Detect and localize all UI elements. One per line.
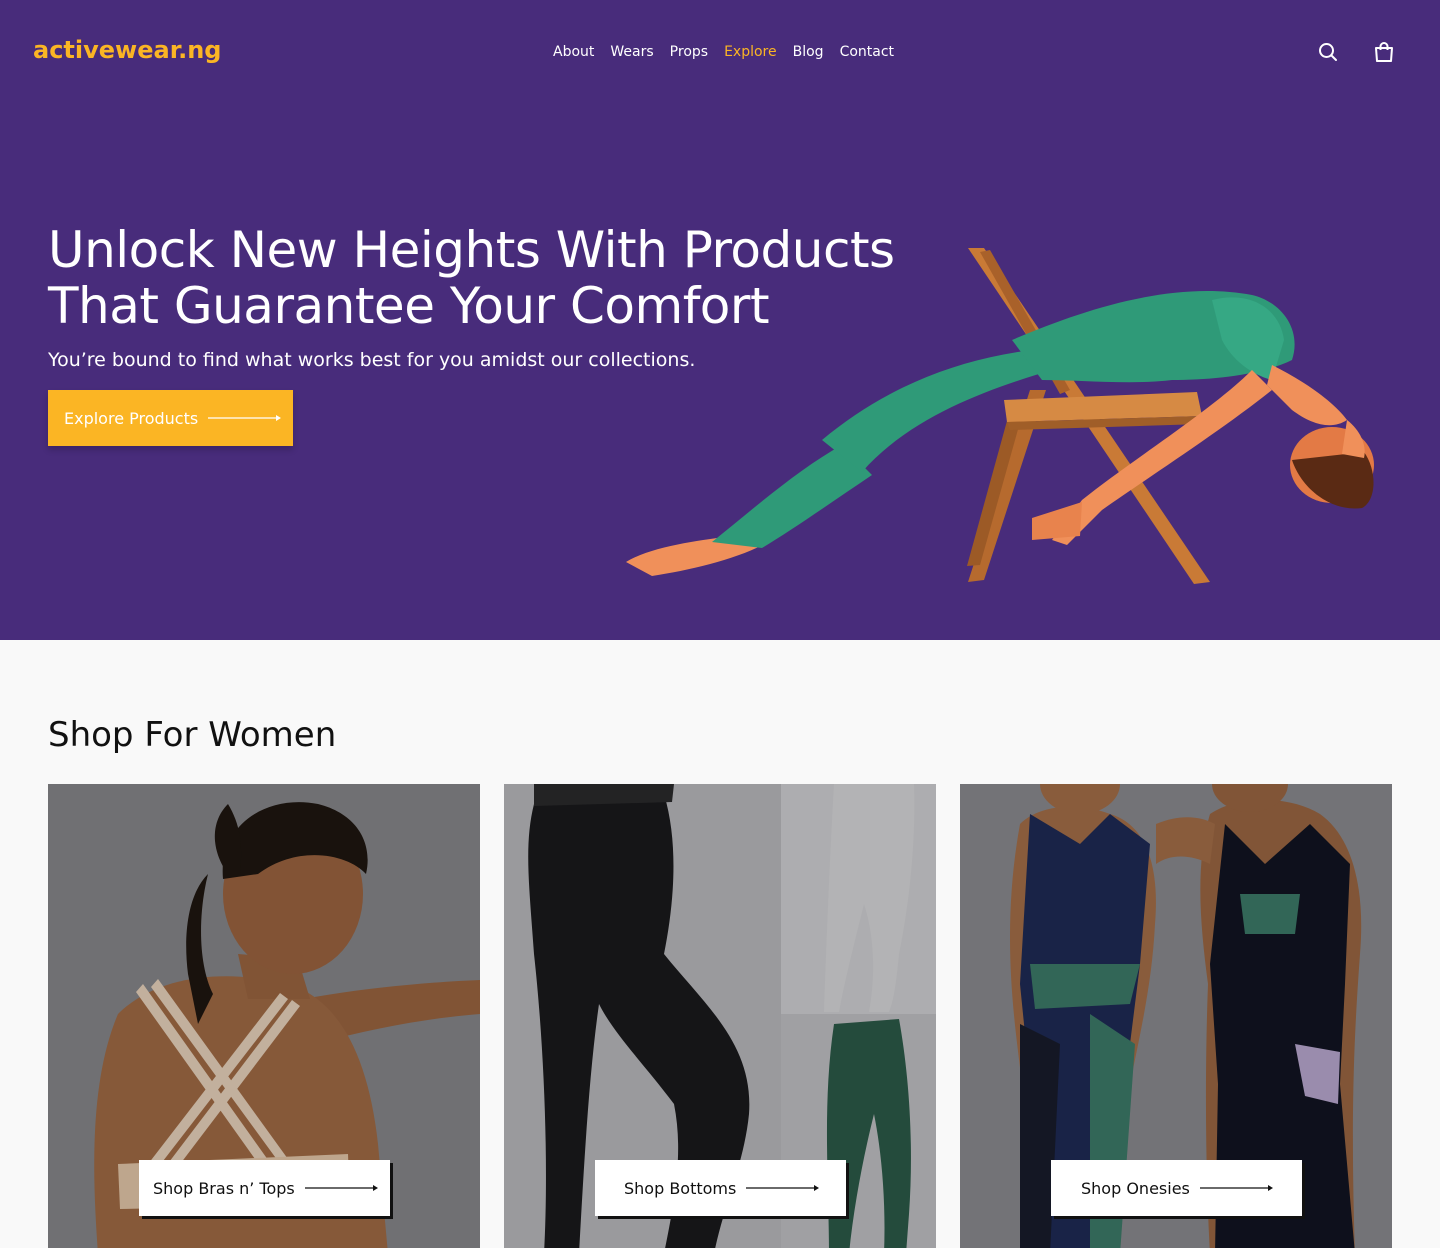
card-onesies[interactable]: Shop Onesies [960,784,1392,1248]
arrow-right-icon [1199,1185,1273,1191]
shopping-bag-icon [1375,42,1393,62]
main-nav: About Wears Props Explore Blog Contact [553,44,894,60]
explore-products-label: Explore Products [64,408,199,428]
arrow-right-icon [304,1185,378,1191]
cart-button[interactable] [1372,40,1396,64]
search-button[interactable] [1316,40,1340,64]
nav-about[interactable]: About [553,44,594,60]
shop-onesies-label: Shop Onesies [1081,1178,1190,1198]
nav-wears[interactable]: Wears [610,44,653,60]
section-title: Shop For Women [48,715,337,755]
card-bras-tops[interactable]: Shop Bras n’ Tops [48,784,480,1248]
nav-explore[interactable]: Explore [724,44,777,60]
nav-blog[interactable]: Blog [793,44,824,60]
shop-bras-tops-button[interactable]: Shop Bras n’ Tops [139,1160,390,1216]
card-bottoms[interactable]: Shop Bottoms [504,784,936,1248]
hero-subline: You’re bound to find what works best for… [48,349,696,371]
shop-onesies-button[interactable]: Shop Onesies [1051,1160,1302,1216]
shop-bottoms-button[interactable]: Shop Bottoms [595,1160,846,1216]
arrow-right-icon [746,1185,820,1191]
hero-section: activewear.ng About Wears Props Explore … [0,0,1440,640]
shop-bottoms-label: Shop Bottoms [624,1178,737,1198]
hero-image [626,248,1374,584]
arrow-right-icon [208,415,282,421]
search-icon [1319,43,1337,61]
nav-props[interactable]: Props [670,44,708,60]
brand-logo[interactable]: activewear.ng [33,36,221,64]
nav-contact[interactable]: Contact [840,44,894,60]
shop-bras-tops-label: Shop Bras n’ Tops [153,1178,295,1198]
explore-products-button[interactable]: Explore Products [48,390,293,446]
